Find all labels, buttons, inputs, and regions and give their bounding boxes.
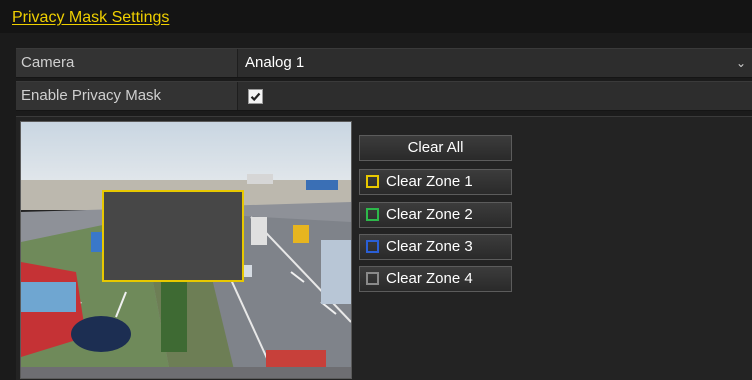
clear-zone-2-button[interactable]: Clear Zone 2: [359, 202, 512, 228]
camera-value: Analog 1: [245, 54, 305, 71]
camera-select[interactable]: Analog 1 ⌄: [240, 49, 752, 77]
clear-zone-3-button[interactable]: Clear Zone 3: [359, 234, 512, 260]
zone-2-color-icon: [366, 208, 379, 221]
clear-all-button[interactable]: Clear All: [359, 135, 512, 161]
zone-4-color-icon: [366, 272, 379, 285]
zone-3-color-icon: [366, 240, 379, 253]
clear-zone-2-label: Clear Zone 2: [386, 206, 473, 223]
clear-zone-1-button[interactable]: Clear Zone 1: [359, 169, 512, 195]
clear-all-label: Clear All: [407, 139, 464, 156]
clear-zone-3-label: Clear Zone 3: [386, 238, 473, 255]
page-title: Privacy Mask Settings: [12, 9, 170, 26]
camera-row: Camera Analog 1 ⌄: [16, 48, 752, 78]
checkmark-icon: [250, 92, 261, 102]
clear-zone-4-button[interactable]: Clear Zone 4: [359, 266, 512, 292]
clear-zone-1-label: Clear Zone 1: [386, 173, 473, 190]
zone-1-color-icon: [366, 175, 379, 188]
mask-panel: Clear All Clear Zone 1 Clear Zone 2 Clea…: [16, 116, 752, 380]
enable-row: Enable Privacy Mask: [16, 81, 752, 111]
privacy-mask-zone-1[interactable]: [102, 190, 244, 282]
enable-privacy-mask-checkbox[interactable]: [248, 89, 263, 104]
title-bar: Privacy Mask Settings: [0, 0, 752, 33]
chevron-down-icon[interactable]: ⌄: [736, 49, 746, 77]
clear-zone-4-label: Clear Zone 4: [386, 270, 473, 287]
camera-label: Camera: [16, 49, 238, 77]
enable-label: Enable Privacy Mask: [16, 82, 238, 110]
camera-preview[interactable]: [20, 121, 352, 379]
